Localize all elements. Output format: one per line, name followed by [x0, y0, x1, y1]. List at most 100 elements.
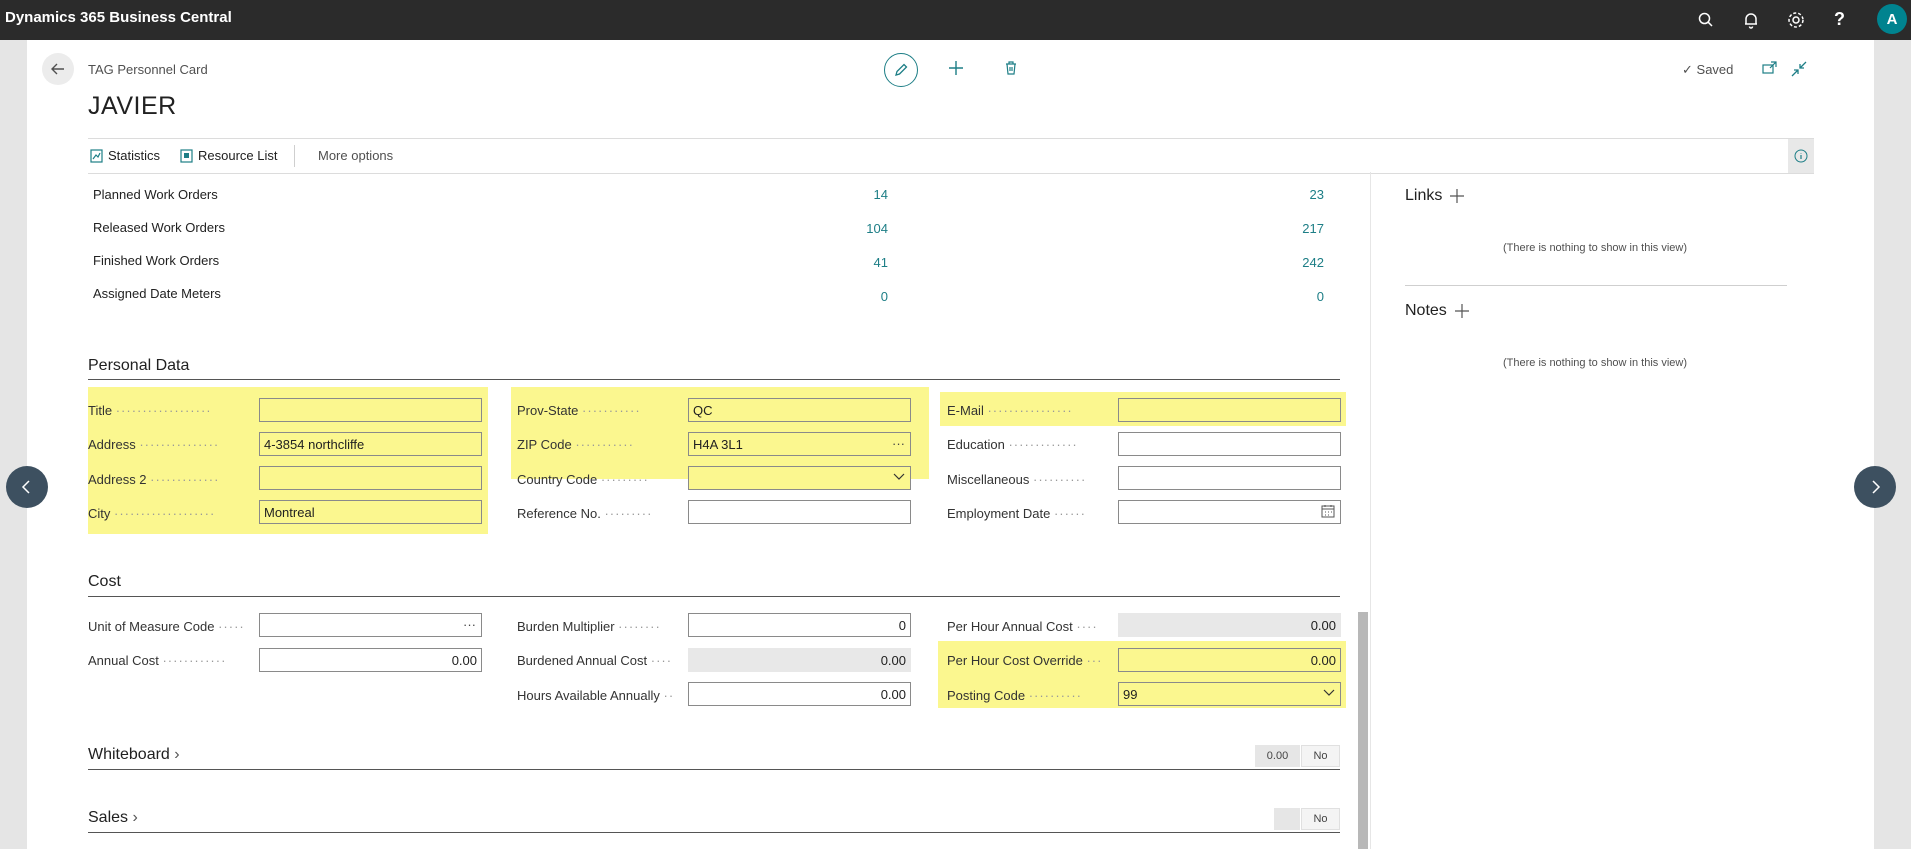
bell-icon[interactable] [1741, 10, 1761, 30]
app-title[interactable]: Dynamics 365 Business Central [5, 9, 232, 26]
content-scrollbar[interactable] [1358, 612, 1368, 849]
education-label: Education [947, 437, 1005, 452]
zip-code-field[interactable]: H4A 3L1 ··· [688, 432, 911, 456]
title-field[interactable] [259, 398, 482, 422]
field-label: Employment Date ······ [947, 506, 1086, 521]
links-empty-message: (There is nothing to show in this view) [1502, 242, 1688, 254]
lookup-ellipsis-icon[interactable]: ··· [892, 436, 905, 451]
employment-date-label: Employment Date [947, 506, 1051, 521]
stat-label: Released Work Orders [93, 220, 225, 235]
prov-label: Prov-State [517, 403, 579, 418]
statistics-action[interactable]: Statistics [90, 148, 160, 163]
sales-blank-badge [1274, 808, 1300, 830]
unit-of-measure-field[interactable]: ··· [259, 613, 482, 637]
more-options-action[interactable]: More options [318, 148, 393, 163]
sales-title: Sales [88, 809, 129, 826]
field-label: Burdened Annual Cost ···· [517, 653, 673, 668]
new-button[interactable] [948, 60, 964, 81]
field-label: ZIP Code ··········· [517, 437, 634, 452]
country-code-field[interactable] [688, 466, 911, 490]
chevron-right-icon [1872, 480, 1881, 494]
links-header[interactable]: Links [1405, 187, 1465, 205]
section-title-whiteboard[interactable]: Whiteboard › [88, 746, 180, 764]
chevron-down-icon[interactable] [893, 470, 905, 485]
calendar-icon[interactable] [1321, 504, 1335, 521]
stat-header-value[interactable]: 14 [848, 187, 888, 202]
field-label: Annual Cost ············ [88, 653, 227, 668]
posting-code-value: 99 [1123, 687, 1138, 702]
trash-icon [1006, 61, 1016, 75]
education-field[interactable] [1118, 432, 1341, 456]
email-field[interactable] [1118, 398, 1341, 422]
burden-multiplier-field[interactable]: 0 [688, 613, 911, 637]
help-icon[interactable]: ? [1834, 9, 1854, 29]
delete-button[interactable] [1003, 60, 1019, 81]
employment-date-field[interactable] [1118, 500, 1341, 524]
field-label: Unit of Measure Code ····· [88, 619, 245, 634]
lookup-ellipsis-icon[interactable]: ··· [463, 617, 476, 632]
avatar[interactable]: A [1877, 4, 1907, 34]
stat-line-value[interactable]: 0 [1284, 289, 1324, 304]
address2-field[interactable] [259, 466, 482, 490]
chevron-right-icon: › [132, 809, 138, 826]
uom-label: Unit of Measure Code [88, 619, 215, 634]
per-hour-cost-override-field[interactable]: 0.00 [1118, 648, 1341, 672]
checkmark-icon: ✓ [1682, 62, 1693, 77]
action-bar: Statistics Resource List More options [88, 138, 1814, 174]
main-content: Planned Work Orders 14 23 Released Work … [88, 172, 1370, 849]
annual-cost-field[interactable]: 0.00 [259, 648, 482, 672]
edit-button[interactable] [884, 53, 918, 87]
field-label: Education ············· [947, 437, 1078, 452]
field-label: Burden Multiplier ········ [517, 619, 661, 634]
stat-line-value[interactable]: 242 [1284, 255, 1324, 270]
zip-code-value: H4A 3L1 [693, 437, 743, 452]
field-label: Country Code ········· [517, 472, 649, 487]
miscellaneous-field[interactable] [1118, 466, 1341, 490]
field-label: Prov-State ··········· [517, 403, 641, 418]
reference-no-field[interactable] [688, 500, 911, 524]
factbox-toggle-button[interactable] [1788, 139, 1814, 173]
collapse-icon[interactable] [1791, 61, 1807, 82]
open-new-window-icon[interactable] [1762, 61, 1778, 80]
stat-label: Planned Work Orders [93, 187, 218, 202]
stat-header-value[interactable]: 104 [848, 221, 888, 236]
app-top-bar: Dynamics 365 Business Central ? A [0, 0, 1911, 40]
per-hour-annual-cost-field: 0.00 [1118, 613, 1341, 637]
factbox-separator [1405, 285, 1787, 286]
previous-record-button[interactable] [6, 466, 48, 508]
email-label: E-Mail [947, 403, 984, 418]
posting-code-field[interactable]: 99 [1118, 682, 1341, 706]
stat-header-value[interactable]: 0 [848, 289, 888, 304]
resource-list-action[interactable]: Resource List [180, 148, 277, 163]
statistics-icon [90, 148, 103, 163]
posting-code-label: Posting Code [947, 688, 1026, 703]
section-divider [88, 769, 1340, 770]
prov-state-field[interactable]: QC [688, 398, 911, 422]
field-label: Hours Available Annually ·· [517, 688, 675, 703]
notes-header[interactable]: Notes [1405, 302, 1469, 320]
back-button[interactable] [42, 53, 74, 85]
address-field[interactable]: 4-3854 northcliffe [259, 432, 482, 456]
stat-line-value[interactable]: 23 [1284, 187, 1324, 202]
section-title-cost[interactable]: Cost [88, 573, 121, 591]
field-label: Title ·················· [88, 403, 212, 418]
zip-label: ZIP Code [517, 437, 572, 452]
hours-available-field[interactable]: 0.00 [688, 682, 911, 706]
section-title-sales[interactable]: Sales › [88, 809, 138, 827]
statistics-label: Statistics [108, 148, 161, 163]
city-field[interactable]: Montreal [259, 500, 482, 524]
stat-header-value[interactable]: 41 [848, 255, 888, 270]
stat-line-value[interactable]: 217 [1284, 221, 1324, 236]
stat-label: Finished Work Orders [93, 253, 220, 268]
ref-label: Reference No. [517, 506, 601, 521]
section-divider [88, 596, 1340, 597]
page-title: JAVIER [88, 92, 177, 120]
section-title-personal-data[interactable]: Personal Data [88, 357, 189, 375]
burdened-label: Burdened Annual Cost [517, 653, 648, 668]
annual-cost-label: Annual Cost [88, 653, 159, 668]
search-icon[interactable] [1696, 10, 1716, 30]
address2-label: Address 2 [88, 472, 147, 487]
next-record-button[interactable] [1854, 466, 1896, 508]
chevron-down-icon[interactable] [1323, 686, 1335, 701]
gear-icon[interactable] [1786, 10, 1806, 30]
